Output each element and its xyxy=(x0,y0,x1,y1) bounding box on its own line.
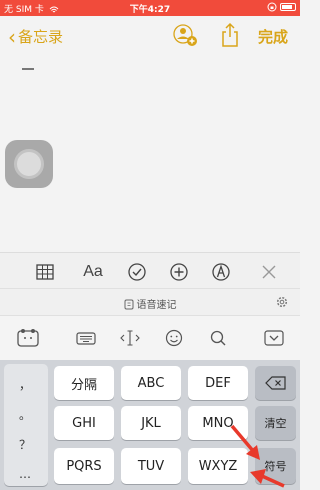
cursor-move-icon[interactable] xyxy=(118,328,142,348)
key-ghi[interactable]: GHI xyxy=(54,406,114,440)
text-style-button[interactable]: Aa xyxy=(82,261,104,283)
voice-note-label: 语音速记 xyxy=(136,300,177,311)
close-keyboard-icon[interactable] xyxy=(258,261,280,283)
status-bar: 无 SIM 卡 下午4:27 xyxy=(0,0,300,16)
key-tuv[interactable]: TUV xyxy=(121,448,181,484)
back-label: 备忘录 xyxy=(18,28,64,46)
annotation-arrow-icon xyxy=(230,424,260,460)
back-button[interactable]: ‹ 备忘录 xyxy=(8,26,63,47)
backspace-key[interactable] xyxy=(255,366,296,400)
assistive-touch-button[interactable] xyxy=(5,140,53,188)
punctuation-key[interactable]: 。 xyxy=(4,400,46,428)
punctuation-key[interactable]: ？ xyxy=(4,430,46,458)
key-separator[interactable]: 分隔 xyxy=(54,366,114,400)
table-icon[interactable] xyxy=(34,261,56,283)
markup-pen-icon[interactable] xyxy=(210,261,232,283)
status-time: 下午4:27 xyxy=(129,5,171,15)
emoji-icon[interactable] xyxy=(162,328,186,348)
note-editor[interactable] xyxy=(0,56,300,252)
share-icon[interactable] xyxy=(220,22,240,48)
key-abc[interactable]: ABC xyxy=(121,366,181,400)
nav-bar: ‹ 备忘录 完成 xyxy=(0,16,300,56)
key-def[interactable]: DEF xyxy=(188,366,248,400)
voice-note-icon xyxy=(124,299,133,310)
gear-icon[interactable] xyxy=(276,296,288,308)
ime-logo-icon[interactable] xyxy=(16,328,40,348)
annotation-arrow-icon xyxy=(250,469,285,488)
add-people-icon[interactable] xyxy=(172,22,198,48)
format-toolbar: Aa xyxy=(0,252,300,288)
collapse-keyboard-icon[interactable] xyxy=(262,328,286,348)
lock-rotation-icon xyxy=(267,2,277,12)
status-right xyxy=(267,2,296,12)
add-icon[interactable] xyxy=(168,261,190,283)
punctuation-key[interactable]: ， xyxy=(4,370,46,398)
search-icon[interactable] xyxy=(206,328,230,348)
key-pqrs[interactable]: PQRS xyxy=(54,448,114,484)
text-cursor xyxy=(22,68,34,70)
key-jkl[interactable]: JKL xyxy=(121,406,181,440)
punctuation-key[interactable]: … xyxy=(4,460,46,488)
backspace-icon xyxy=(264,376,286,390)
assistive-touch-ring xyxy=(14,149,44,179)
chevron-left-icon: ‹ xyxy=(8,24,16,49)
voice-note-button[interactable]: 语音速记 xyxy=(0,296,300,311)
keyboard: ， 。 ？ … 分隔 ABC DEF GHI JKL MNO 清空 PQRS T… xyxy=(0,360,300,490)
done-button[interactable]: 完成 xyxy=(258,26,288,47)
voice-note-bar: 语音速记 xyxy=(0,288,300,316)
ime-toolbar xyxy=(0,316,300,360)
battery-icon xyxy=(280,3,296,11)
checklist-icon[interactable] xyxy=(126,261,148,283)
keyboard-switch-icon[interactable] xyxy=(74,328,98,348)
